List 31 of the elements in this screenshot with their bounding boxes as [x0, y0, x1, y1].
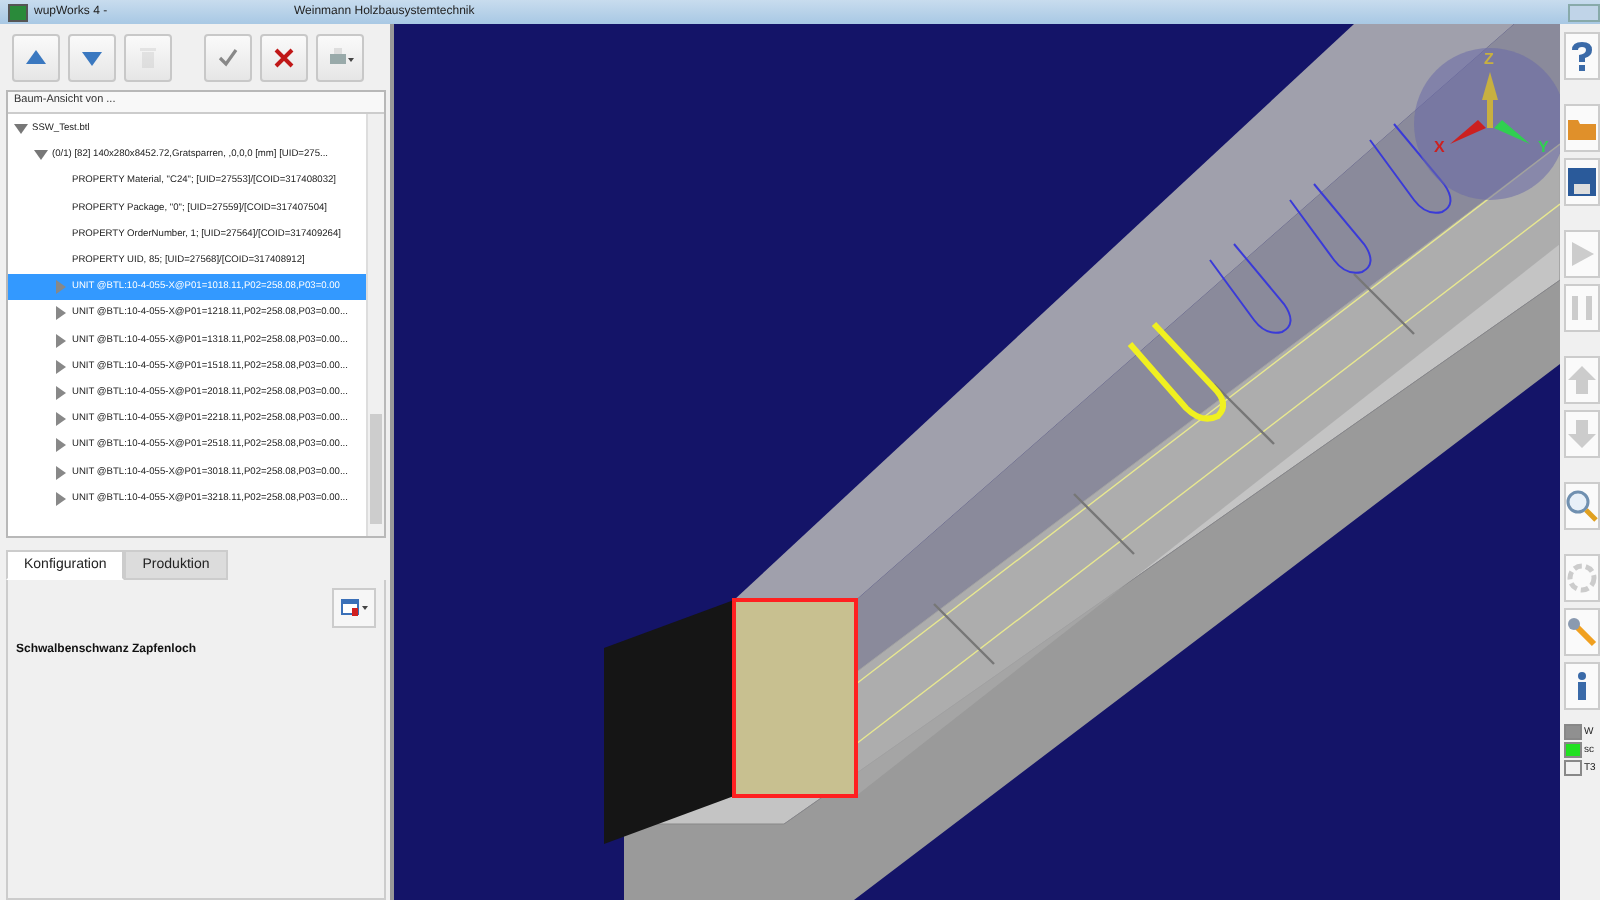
rotate-icon: [1566, 562, 1598, 594]
printer-icon: [326, 46, 354, 70]
up-arrow-icon: [1566, 364, 1598, 396]
app-icon: [8, 3, 28, 21]
side-toolbar-button[interactable]: [1564, 662, 1600, 710]
play-icon: [1566, 238, 1598, 270]
axis-label: Y: [1538, 138, 1549, 156]
toolbar-button[interactable]: [204, 34, 252, 82]
down-arrow-icon: [1566, 418, 1598, 450]
up-arrow-icon: [22, 46, 50, 70]
help-icon: [1566, 40, 1598, 72]
side-toolbar-button[interactable]: [1564, 482, 1600, 530]
checkmark-icon: [214, 46, 242, 70]
down-arrow-icon: [78, 46, 106, 70]
trash-icon: [134, 46, 162, 70]
axis-gizmo-drawing: [1450, 72, 1530, 144]
window-icon: [340, 598, 368, 618]
side-toolbar-button[interactable]: [1564, 158, 1600, 206]
pause-icon: [1566, 292, 1598, 324]
wrench-icon: [1566, 616, 1598, 648]
axis-label: Z: [1484, 50, 1494, 68]
side-toolbar-button[interactable]: [1564, 32, 1600, 80]
toolbar-button[interactable]: [260, 34, 308, 82]
minimize-button[interactable]: [1568, 4, 1600, 22]
side-toolbar-button[interactable]: [1564, 608, 1600, 656]
layout-menu-button[interactable]: [332, 588, 376, 628]
cross-icon: [270, 46, 298, 70]
scrollbar[interactable]: [366, 114, 384, 536]
toolbar-button[interactable]: [12, 34, 60, 82]
toolbar-button[interactable]: [68, 34, 116, 82]
axis-label: X: [1434, 138, 1445, 156]
